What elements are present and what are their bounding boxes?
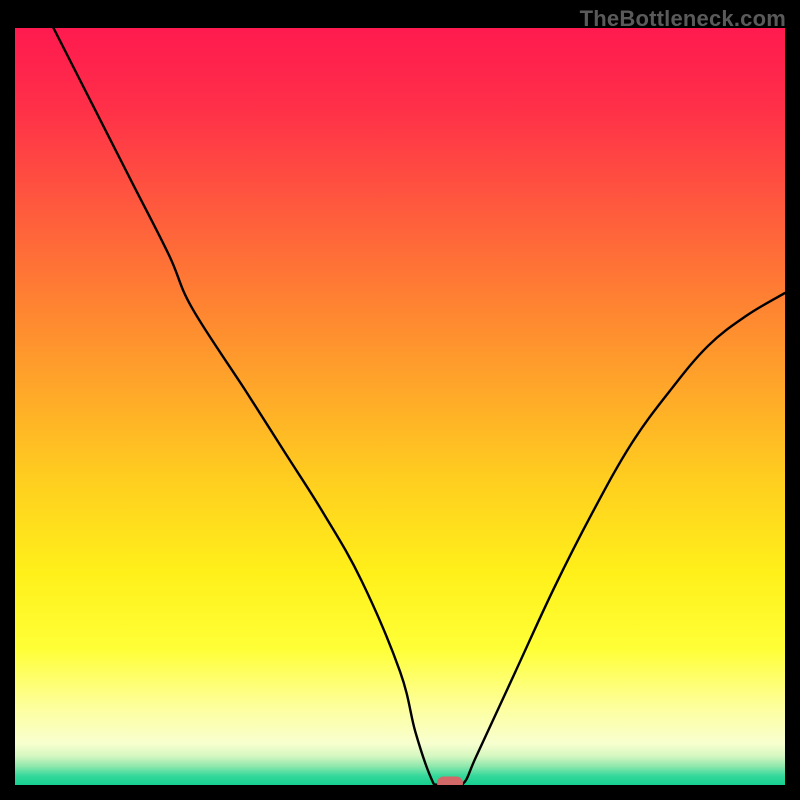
plot-area — [15, 28, 785, 785]
optimal-marker — [437, 777, 463, 785]
chart-frame: TheBottleneck.com — [0, 0, 800, 800]
bottleneck-curve — [15, 28, 785, 785]
